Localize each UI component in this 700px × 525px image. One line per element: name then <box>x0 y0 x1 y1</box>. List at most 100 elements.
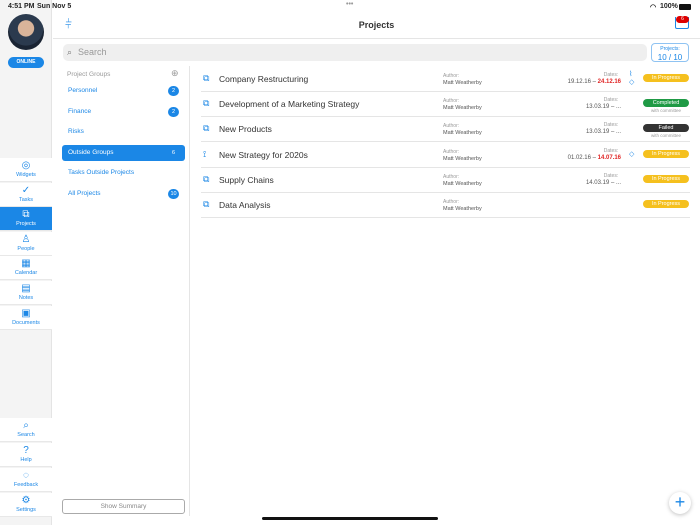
group-count-badge: 2 <box>168 86 179 96</box>
author-label: Author: <box>443 199 460 205</box>
group-item[interactable]: Tasks Outside Projects <box>62 165 185 181</box>
nav-widgets[interactable]: ◎ Widgets <box>0 158 52 182</box>
search-icon: ⌕ <box>67 47 73 57</box>
group-item[interactable]: All Projects 10 <box>62 186 185 202</box>
project-row[interactable]: ⧉ New Products Author: Matt Weatherby Da… <box>201 117 690 143</box>
start-date: 14.03.19 – ... <box>585 179 621 186</box>
nav-label: Help <box>20 457 32 463</box>
sidebar: ONLINE ◎ Widgets ✓ Tasks ⧉ Projects ♙ People ▦ Ca… <box>0 0 52 525</box>
group-label: Tasks Outside Projects <box>68 169 135 176</box>
projects-icon: ⧉ <box>22 209 30 221</box>
nav-label: Documents <box>12 319 40 326</box>
author-name: Matt Weatherby <box>443 130 482 137</box>
project-name: Data Analysis <box>219 200 271 210</box>
avatar[interactable] <box>8 14 44 50</box>
attachment-icon: ⌇ <box>629 71 633 78</box>
nav-projects[interactable]: ⧉ Projects <box>0 207 52 232</box>
status-subtext: with committee <box>650 133 681 139</box>
group-label: Finance <box>68 108 92 115</box>
project-row[interactable]: ⧉ Supply Chains Author: Matt Weatherby D… <box>201 168 690 193</box>
nav-help[interactable]: ? Help <box>0 443 52 467</box>
project-name: New Products <box>219 124 272 135</box>
group-label: Personnel <box>68 87 98 94</box>
status-date: Sun Nov 5 <box>37 3 72 10</box>
project-name: Company Restructuring <box>219 74 309 84</box>
home-indicator <box>262 517 438 520</box>
group-count-badge: 2 <box>168 107 179 117</box>
author-label: Author: <box>443 98 460 105</box>
status-badge: Completed <box>643 99 689 108</box>
author-label: Author: <box>443 173 460 180</box>
projects-counter-label: Projects: <box>660 46 680 52</box>
author-label: Author: <box>443 148 460 155</box>
status-badge: In Progress <box>643 149 689 158</box>
briefcase-icon: ⧉ <box>203 123 210 134</box>
nav-label: Notes <box>18 295 34 301</box>
project-row[interactable]: ⟟ New Strategy for 2020s Author: Matt We… <box>201 143 690 168</box>
nav-people[interactable]: ♙ People <box>0 231 52 256</box>
nav-label: Calendar <box>14 270 38 277</box>
nav-label: People <box>17 245 35 252</box>
battery-label: 100% <box>660 3 678 10</box>
settings-icon: ⚙ <box>21 495 31 506</box>
nav-documents[interactable]: ▣ Documents <box>0 305 52 330</box>
dates-label: Dates: <box>603 122 619 129</box>
tag-icon: ◇ <box>629 150 635 158</box>
projects-counter-button[interactable]: Projects: 10 / 10 <box>651 43 689 62</box>
group-item[interactable]: Personnel 2 <box>62 83 185 99</box>
rss-icon: ⟟ <box>203 148 207 159</box>
status-badge: In Progress <box>643 174 689 183</box>
tasks-icon: ✓ <box>21 184 31 196</box>
group-item[interactable]: Outside Groups 6 <box>62 145 185 161</box>
search-icon: ⌕ <box>23 420 29 431</box>
help-icon: ? <box>23 445 29 456</box>
project-row[interactable]: ⧉ Development of a Marketing Strategy Au… <box>201 92 690 118</box>
nav-settings[interactable]: ⚙ Settings <box>0 493 52 517</box>
status-badge: In Progress <box>643 200 689 208</box>
status-time: 4:51 PM <box>8 3 35 10</box>
tag-icon: ◇ <box>629 79 635 86</box>
end-date: 24.12.16 <box>597 79 621 85</box>
feedback-icon: ◌ <box>23 470 29 481</box>
multitask-dots-icon[interactable]: ••• <box>346 1 353 8</box>
dates-value: 13.03.19 – ... <box>551 104 651 110</box>
nav-notes[interactable]: ▤ Notes <box>0 281 52 305</box>
inbox-count-badge: 6 <box>676 16 689 23</box>
author-name: Matt Weatherby <box>443 180 482 187</box>
add-project-button[interactable]: + <box>669 492 691 514</box>
author-label: Author: <box>443 123 460 130</box>
add-group-icon[interactable]: ⊕ <box>171 68 179 79</box>
widgets-icon: ◎ <box>21 160 31 171</box>
briefcase-icon: ⧉ <box>203 173 210 184</box>
briefcase-icon: ⧉ <box>203 199 210 209</box>
nav-search[interactable]: ⌕ Search <box>0 418 52 442</box>
online-status-badge[interactable]: ONLINE <box>8 57 44 68</box>
group-label: Risks <box>68 128 84 135</box>
project-groups-panel: Project Groups ⊕ Personnel 2 Finance 2 Risks… <box>62 66 190 516</box>
nav-calendar[interactable]: ▦ Calendar <box>0 256 52 281</box>
start-date: 19.12.16 – <box>567 79 598 85</box>
dates-label: Dates: <box>603 97 619 104</box>
start-date: 13.03.19 – ... <box>585 104 621 111</box>
status-subtext: with committee <box>650 108 681 114</box>
author-name: Matt Weatherby <box>443 206 482 212</box>
dates-value: 14.03.19 – ... <box>551 180 651 186</box>
show-summary-button[interactable]: Show Summary <box>62 499 185 514</box>
people-icon: ♙ <box>21 233 31 245</box>
dates-value: 01.02.16 – 14.07.16 <box>551 155 651 161</box>
search-input[interactable]: ⌕ Search <box>63 44 647 61</box>
dates-label: Dates: <box>603 147 619 154</box>
author-name: Matt Weatherby <box>443 155 482 162</box>
group-item[interactable]: Finance 2 <box>62 104 185 120</box>
nav-feedback[interactable]: ◌ Feedback <box>0 468 52 492</box>
project-name: New Strategy for 2020s <box>219 149 308 160</box>
nav-tasks[interactable]: ✓ Tasks <box>0 182 52 207</box>
start-date: 01.02.16 – <box>567 154 598 161</box>
wifi-icon: ◠ <box>650 4 657 11</box>
project-row[interactable]: ⧉ Company Restructuring Author: Matt Wea… <box>201 67 690 92</box>
nav-label: Settings <box>16 507 36 513</box>
group-label: Outside Groups <box>68 149 114 156</box>
status-bar: 4:51 PM Sun Nov 5 ••• ◠ 100% <box>0 0 700 12</box>
group-item[interactable]: Risks <box>62 124 185 140</box>
project-row[interactable]: ⧉ Data Analysis Author: Matt Weatherby I… <box>201 193 690 218</box>
